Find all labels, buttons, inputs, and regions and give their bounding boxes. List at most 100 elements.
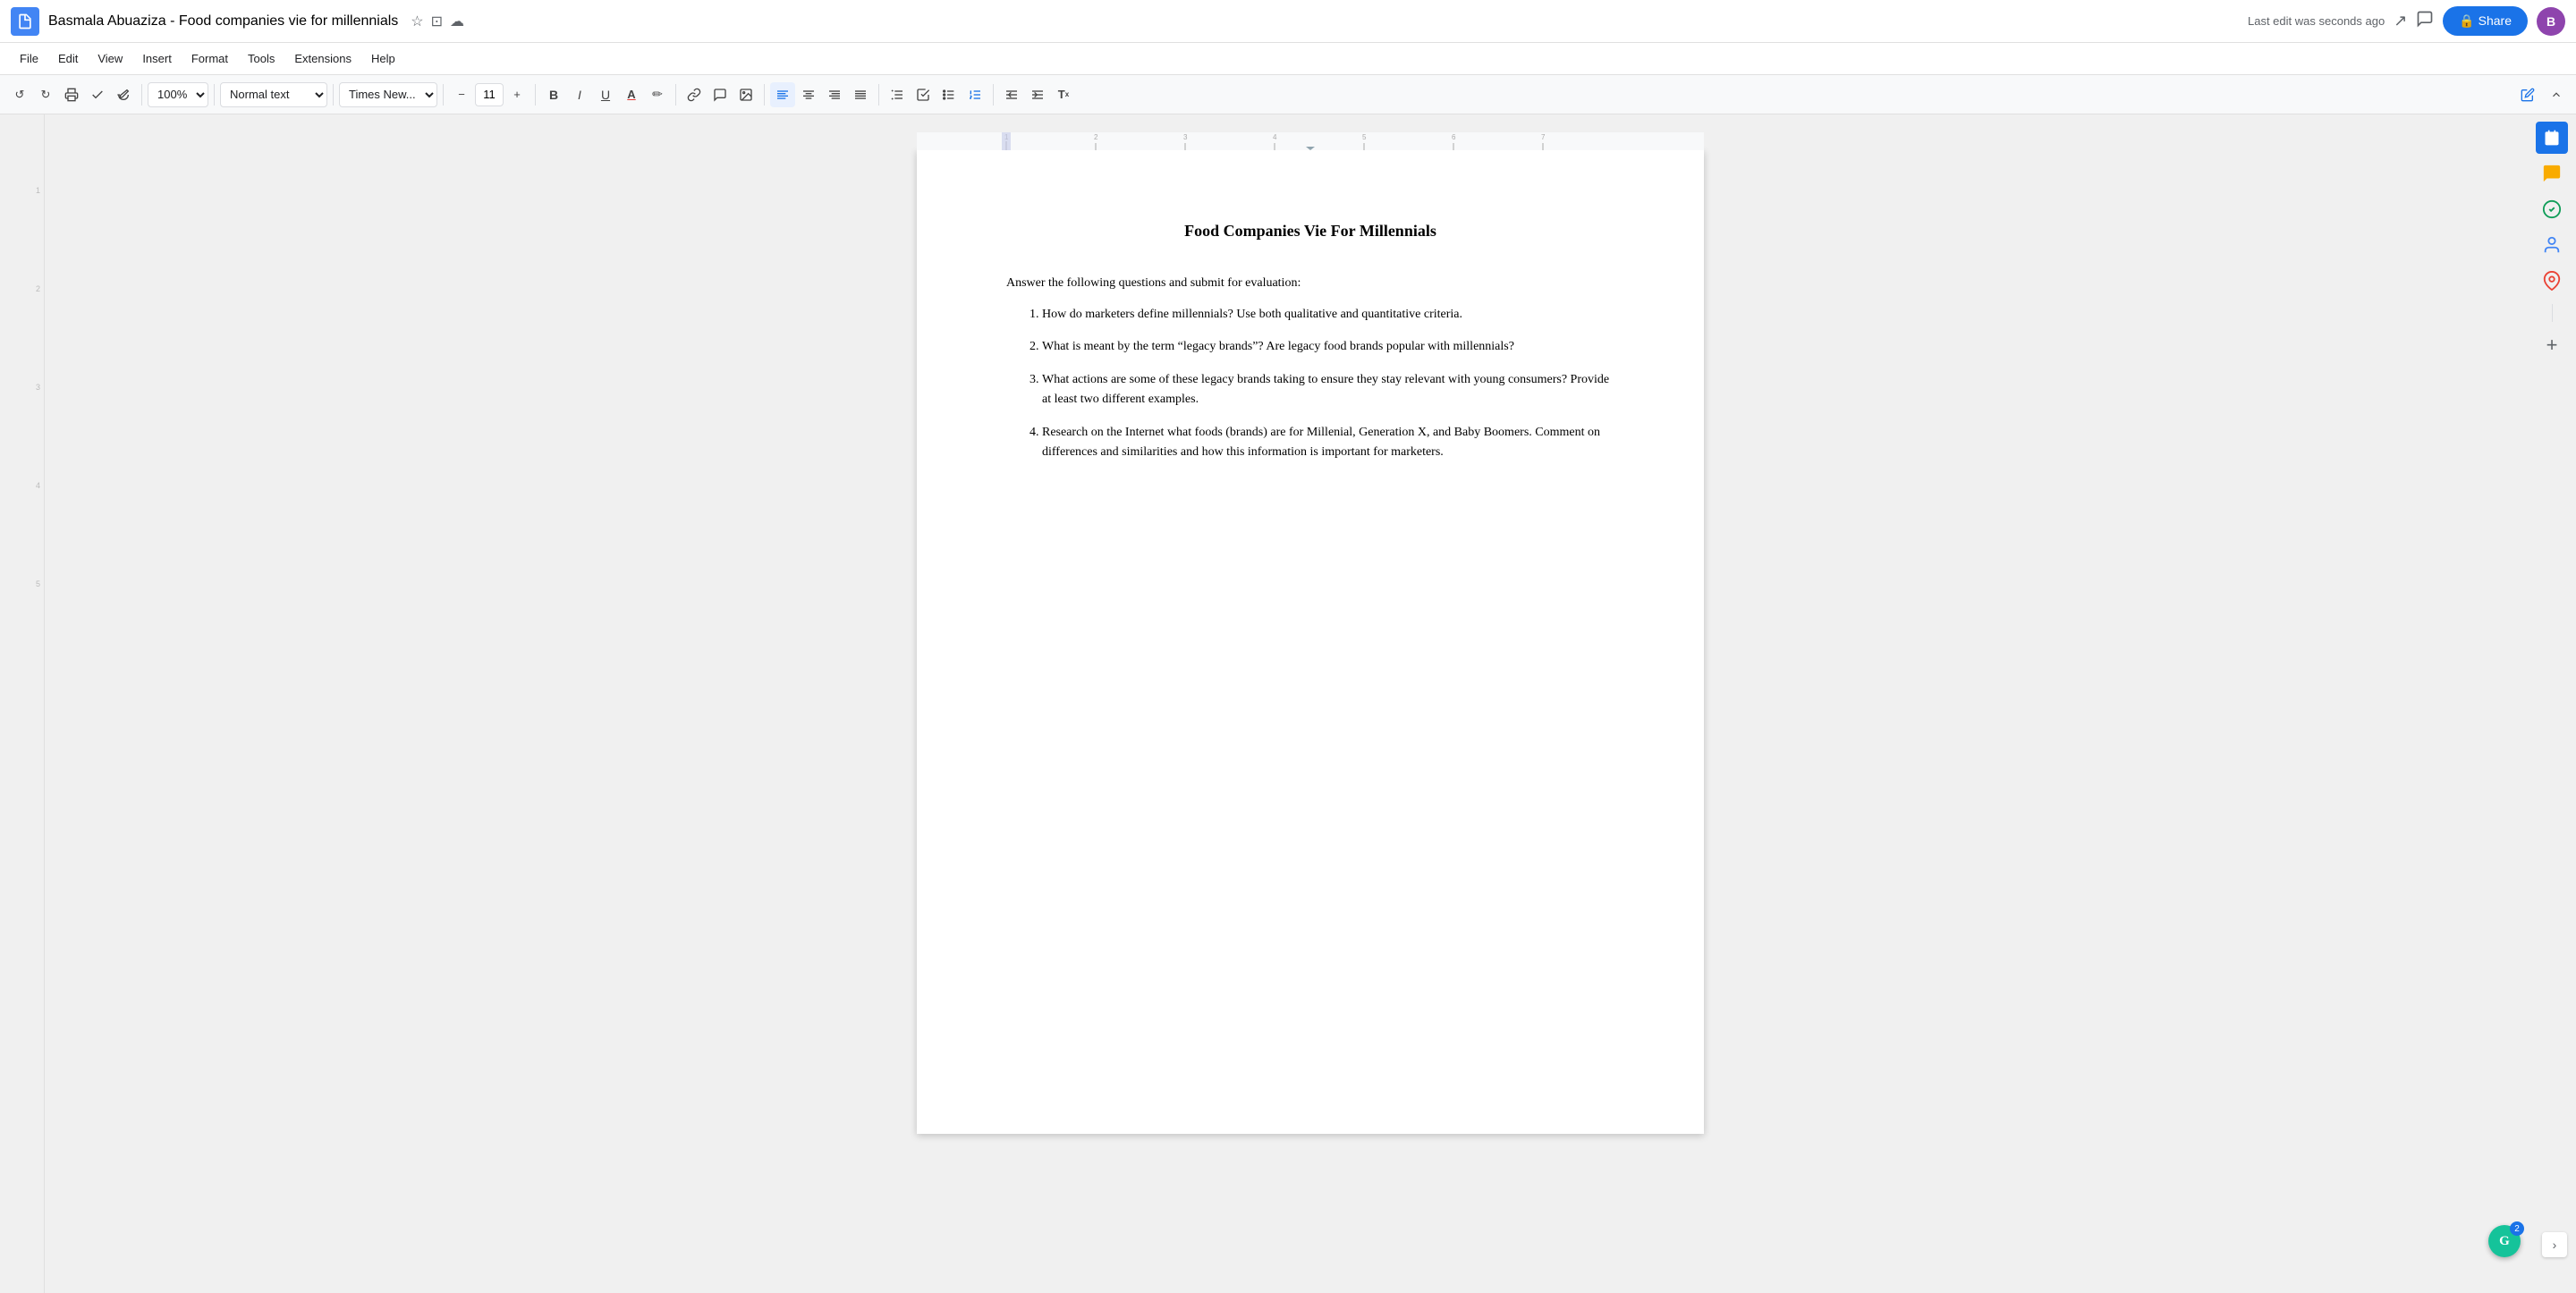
document-title[interactable]: Food Companies Vie For Millennials: [1006, 222, 1614, 241]
toolbar: ↺ ↻ 100% 75% 150% Normal text: [0, 75, 2576, 114]
menu-view[interactable]: View: [89, 48, 131, 69]
ruler-mark-5: 5: [36, 579, 40, 588]
decrease-indent-button[interactable]: [999, 82, 1024, 107]
bold-button[interactable]: B: [541, 82, 566, 107]
font-size-input[interactable]: [475, 83, 504, 106]
calendar-icon[interactable]: 31: [2536, 122, 2568, 154]
user-avatar[interactable]: B: [2537, 7, 2565, 36]
maps-icon[interactable]: [2536, 265, 2568, 297]
comment-icon[interactable]: [2416, 10, 2434, 32]
clear-formatting-button[interactable]: Tx: [1051, 82, 1076, 107]
ruler-mark-4: 4: [36, 481, 40, 490]
list-item-3[interactable]: What actions are some of these legacy br…: [1042, 370, 1614, 410]
text-color-button[interactable]: A: [619, 82, 644, 107]
toolbar-right: [2515, 82, 2569, 107]
main-area: 1 2 3 4 5 1 2 3 4 5 6: [0, 114, 2576, 1293]
toolbar-style-group: Normal text Heading 1 Heading 2: [220, 82, 327, 107]
contacts-icon[interactable]: [2536, 229, 2568, 261]
bullet-list-button[interactable]: [936, 82, 962, 107]
align-left-button[interactable]: [770, 82, 795, 107]
divider-5: [535, 84, 536, 106]
list-item-2[interactable]: What is meant by the term “legacy brands…: [1042, 337, 1614, 357]
insert-image-button[interactable]: [733, 82, 758, 107]
edit-button-area: [2515, 82, 2569, 107]
collapse-toolbar-button[interactable]: [2544, 82, 2569, 107]
paint-format-button[interactable]: [111, 82, 136, 107]
zoom-select[interactable]: 100% 75% 150%: [148, 82, 208, 107]
cloud-icon[interactable]: ☁: [450, 13, 464, 30]
toolbar-insert-group: [682, 82, 758, 107]
title-icons: ☆ ⊡ ☁: [411, 13, 464, 30]
list-item-1[interactable]: How do marketers define millennials? Use…: [1042, 305, 1614, 325]
underline-button[interactable]: U: [593, 82, 618, 107]
checklist-button[interactable]: [911, 82, 936, 107]
align-right-button[interactable]: [822, 82, 847, 107]
left-ruler: 1 2 3 4 5: [0, 114, 45, 1293]
svg-text:6: 6: [1452, 133, 1456, 141]
line-spacing-button[interactable]: [885, 82, 910, 107]
font-size-increase-button[interactable]: +: [504, 82, 530, 107]
add-addon-button[interactable]: +: [2536, 329, 2568, 361]
ruler-mark-3: 3: [36, 383, 40, 392]
document-intro[interactable]: Answer the following questions and submi…: [1006, 276, 1614, 291]
doc-area[interactable]: 1 2 3 4 5 6 7: [45, 114, 2576, 1293]
redo-button[interactable]: ↻: [33, 82, 58, 107]
menu-tools[interactable]: Tools: [239, 48, 284, 69]
edit-mode-button[interactable]: [2515, 82, 2540, 107]
grammarly-icon: G: [2499, 1234, 2510, 1249]
menu-extensions[interactable]: Extensions: [285, 48, 360, 69]
divider-2: [214, 84, 215, 106]
svg-text:2: 2: [1094, 133, 1098, 141]
tasks-icon[interactable]: [2536, 193, 2568, 225]
grammarly-button[interactable]: G 2: [2488, 1225, 2521, 1257]
ruler-mark-2: 2: [36, 284, 40, 293]
svg-text:5: 5: [1362, 133, 1367, 141]
star-icon[interactable]: ☆: [411, 13, 423, 30]
font-family-select[interactable]: Times New... Arial Verdana: [339, 82, 437, 107]
folder-icon[interactable]: ⊡: [431, 13, 443, 30]
paragraph-style-select[interactable]: Normal text Heading 1 Heading 2: [220, 82, 327, 107]
chat-icon[interactable]: [2536, 157, 2568, 190]
toolbar-font-group: Times New... Arial Verdana: [339, 82, 437, 107]
toolbar-fontsize-group: − +: [449, 82, 530, 107]
svg-text:7: 7: [1541, 133, 1546, 141]
svg-text:31: 31: [2549, 139, 2555, 145]
app-icon[interactable]: [11, 7, 39, 36]
ruler-mark-1: 1: [36, 186, 40, 195]
print-button[interactable]: [59, 82, 84, 107]
grammarly-badge: 2: [2510, 1221, 2524, 1236]
toolbar-align-group: [770, 82, 873, 107]
panel-expand-button[interactable]: ›: [2542, 1232, 2567, 1257]
insert-link-button[interactable]: [682, 82, 707, 107]
spellcheck-button[interactable]: [85, 82, 110, 107]
menu-format[interactable]: Format: [182, 48, 237, 69]
toolbar-indent-group: Tx: [999, 82, 1076, 107]
document-list: How do marketers define millennials? Use…: [1006, 305, 1614, 462]
document-page[interactable]: Food Companies Vie For Millennials Answe…: [917, 150, 1704, 1134]
menu-help[interactable]: Help: [362, 48, 404, 69]
italic-button[interactable]: I: [567, 82, 592, 107]
svg-text:3: 3: [1183, 133, 1188, 141]
insert-comment-button[interactable]: [708, 82, 733, 107]
divider-6: [675, 84, 676, 106]
highlight-color-button[interactable]: ✏: [645, 82, 670, 107]
right-panel-icons: 31 +: [2529, 114, 2574, 368]
font-size-decrease-button[interactable]: −: [449, 82, 474, 107]
top-ruler: 1 2 3 4 5 6 7: [917, 132, 1704, 150]
increase-indent-button[interactable]: [1025, 82, 1050, 107]
divider-1: [141, 84, 142, 106]
numbered-list-button[interactable]: [962, 82, 987, 107]
trending-icon[interactable]: ↗: [2394, 12, 2407, 30]
menu-insert[interactable]: Insert: [133, 48, 181, 69]
menu-file[interactable]: File: [11, 48, 47, 69]
list-item-4[interactable]: Research on the Internet what foods (bra…: [1042, 423, 1614, 463]
doc-title-label: Basmala Abuaziza - Food companies vie fo…: [48, 13, 398, 30]
toolbar-history-group: ↺ ↻: [7, 82, 136, 107]
divider-3: [333, 84, 334, 106]
undo-button[interactable]: ↺: [7, 82, 32, 107]
align-justify-button[interactable]: [848, 82, 873, 107]
menu-edit[interactable]: Edit: [49, 48, 87, 69]
right-panel-divider: [2552, 304, 2553, 322]
align-center-button[interactable]: [796, 82, 821, 107]
share-button[interactable]: 🔒 Share: [2443, 6, 2528, 36]
